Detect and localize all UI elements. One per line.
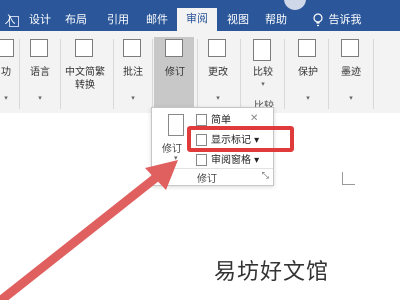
annotation-arrow-icon: [0, 160, 178, 300]
watermark: 易坊好文馆: [214, 260, 330, 285]
